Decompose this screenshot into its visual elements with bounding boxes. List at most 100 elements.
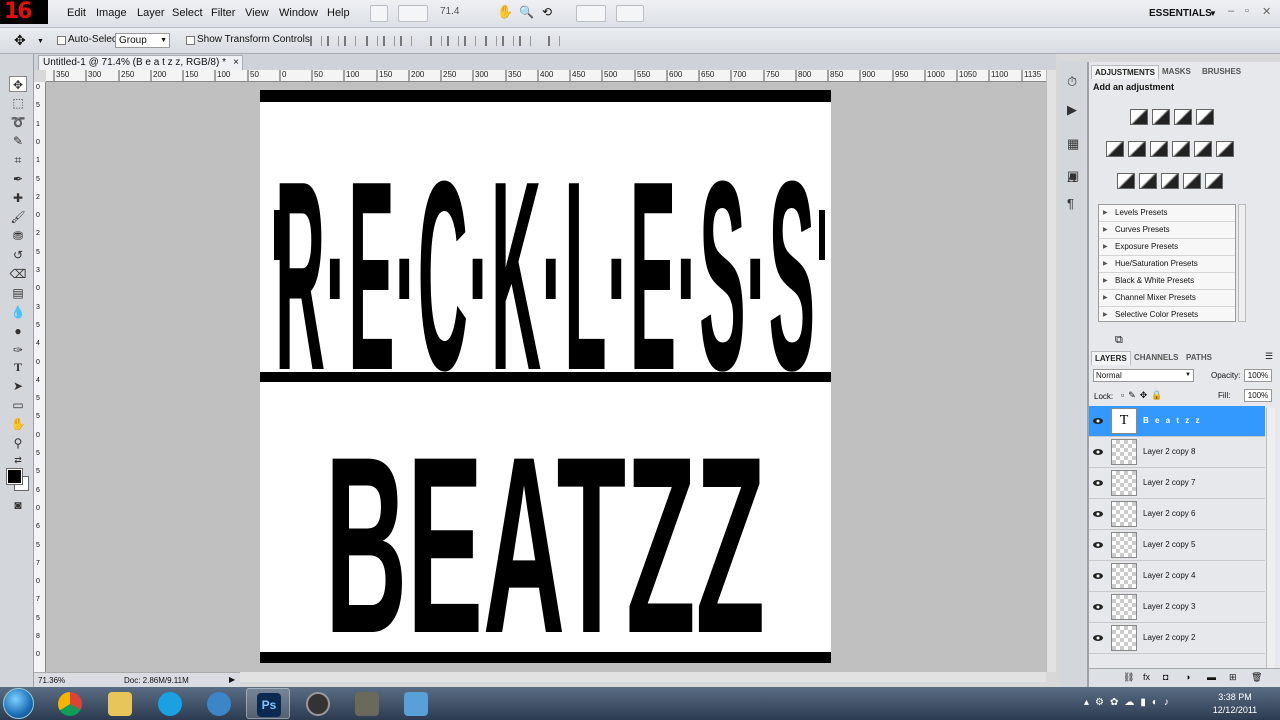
vibrance-icon[interactable] — [1106, 141, 1124, 157]
tab-paths[interactable]: PATHS — [1183, 351, 1215, 364]
menu-edit[interactable]: Edit — [67, 7, 86, 19]
layer-name[interactable]: Layer 2 copy 5 — [1143, 540, 1195, 549]
taskbar-skype[interactable] — [148, 688, 192, 719]
preset-item-hue-saturation[interactable]: Hue/Saturation Presets — [1099, 256, 1235, 273]
eraser-tool-icon[interactable]: ⌫ — [9, 266, 27, 282]
gradient-map-icon[interactable] — [1183, 173, 1201, 189]
menu-help[interactable]: Help — [327, 7, 350, 19]
hand-tool-icon[interactable]: ✋ — [9, 416, 27, 432]
tab-layers[interactable]: LAYERS — [1091, 351, 1131, 365]
rotate-view-icon[interactable]: ⟲ — [542, 5, 552, 19]
invert-icon[interactable] — [1117, 173, 1135, 189]
levels-icon[interactable] — [1152, 109, 1170, 125]
menu-window[interactable]: Window — [279, 7, 318, 19]
distribute-left-icon[interactable] — [485, 36, 497, 46]
layer-name[interactable]: Layer 2 copy 4 — [1143, 571, 1195, 580]
layer-name[interactable]: Layer 2 copy 6 — [1143, 509, 1195, 518]
preset-item-black-white[interactable]: Black & White Presets — [1099, 273, 1235, 290]
layer-row[interactable]: Layer 2 copy 7 — [1089, 468, 1265, 499]
show-transform-checkbox[interactable] — [186, 36, 195, 45]
preset-item-exposure[interactable]: Exposure Presets — [1099, 239, 1235, 256]
tab-channels[interactable]: CHANNELS — [1131, 351, 1181, 364]
taskbar-game[interactable] — [345, 688, 389, 719]
align-right-icon[interactable] — [400, 36, 412, 46]
gradient-tool-icon[interactable]: ▤ — [9, 285, 27, 301]
eye-icon[interactable] — [1093, 447, 1103, 455]
restore-button[interactable]: ▫ — [1245, 5, 1249, 17]
align-top-icon[interactable] — [310, 36, 322, 46]
lasso-tool-icon[interactable]: ➰ — [9, 114, 27, 130]
lock-icons[interactable]: ▫✎✥🔒 — [1121, 390, 1166, 401]
threshold-icon[interactable] — [1161, 173, 1179, 189]
layer-style-icon[interactable]: fx — [1143, 672, 1150, 682]
layers-scrollbar[interactable] — [1266, 408, 1275, 670]
history-brush-tool-icon[interactable]: ↺ — [9, 247, 27, 263]
zoom-tool-icon[interactable]: 🔍 — [519, 5, 534, 19]
fill-field[interactable]: 100% — [1244, 389, 1272, 402]
zoom-status[interactable]: 71.36% — [38, 676, 65, 685]
eye-icon[interactable] — [1093, 478, 1103, 486]
canvas-area[interactable]: R·E·C·K·L·E·S·S BEATZZ — [46, 82, 1046, 672]
blur-tool-icon[interactable]: 💧 — [9, 304, 27, 320]
layer-name[interactable]: B e a t z z — [1143, 416, 1201, 425]
distribute-bottom-icon[interactable] — [464, 36, 476, 46]
arrange-documents-icon[interactable] — [576, 5, 606, 22]
pen-tool-icon[interactable]: ✑ — [9, 342, 27, 358]
distribute-vcenter-icon[interactable] — [447, 36, 459, 46]
history-panel-icon[interactable]: ⏱ — [1067, 74, 1077, 90]
system-tray-icons[interactable]: ▴⚙✿☁▮◐♪ — [1084, 697, 1175, 708]
new-layer-icon[interactable]: ⊞ — [1229, 672, 1237, 683]
quick-mask-icon[interactable]: ◙ — [9, 497, 27, 513]
tab-adjustments[interactable]: ADJUSTMENTS — [1091, 65, 1160, 79]
bridge-icon[interactable] — [370, 5, 388, 22]
color-balance-icon[interactable] — [1150, 141, 1168, 157]
hand-tool-icon[interactable]: ✋ — [497, 4, 513, 20]
horizontal-scrollbar[interactable] — [240, 672, 1046, 682]
taskbar-media[interactable] — [296, 688, 340, 719]
layer-row[interactable]: Layer 2 copy 5 — [1089, 530, 1265, 561]
preset-item-curves[interactable]: Curves Presets — [1099, 222, 1235, 239]
artwork-canvas[interactable]: R·E·C·K·L·E·S·S BEATZZ — [46, 82, 1046, 672]
chevron-down-icon[interactable]: ▼ — [1209, 9, 1217, 18]
hue-saturation-icon[interactable] — [1128, 141, 1146, 157]
eye-icon[interactable] — [1093, 540, 1103, 548]
layer-name[interactable]: Layer 2 copy 7 — [1143, 478, 1195, 487]
photo-filter-icon[interactable] — [1194, 141, 1212, 157]
opacity-field[interactable]: 100% — [1244, 369, 1272, 382]
layer-row[interactable]: Layer 2 copy 3 — [1089, 592, 1265, 623]
menu-layer[interactable]: Layer — [137, 7, 165, 19]
status-menu-arrow-icon[interactable]: ▶ — [229, 675, 235, 684]
adjustment-layer-icon[interactable]: ◑ — [1185, 672, 1190, 682]
new-group-icon[interactable]: ▬ — [1207, 672, 1216, 682]
mini-bridge-icon[interactable] — [398, 5, 428, 22]
clip-to-layer-icon[interactable]: ⧉ — [1115, 334, 1123, 347]
align-hcenter-icon[interactable] — [383, 36, 395, 46]
add-mask-icon[interactable]: ◘ — [1163, 672, 1168, 682]
path-select-tool-icon[interactable]: ➤ — [9, 378, 27, 394]
eye-icon[interactable] — [1093, 571, 1103, 579]
clock-time[interactable]: 3:38 PM — [1205, 692, 1265, 702]
layer-name[interactable]: Layer 2 copy 8 — [1143, 447, 1195, 456]
close-document-icon[interactable]: × — [233, 57, 239, 68]
vertical-scrollbar[interactable] — [1046, 70, 1056, 672]
eye-icon[interactable] — [1093, 602, 1103, 610]
tab-brushes[interactable]: BRUSHES — [1199, 65, 1244, 78]
close-button[interactable]: ✕ — [1262, 5, 1271, 18]
move-tool-icon[interactable]: ✥ — [14, 32, 26, 49]
delete-layer-icon[interactable]: 🗑 — [1251, 672, 1262, 683]
type-tool-icon[interactable]: T — [9, 359, 27, 375]
move-tool-icon[interactable]: ✥ — [9, 76, 27, 92]
link-layers-icon[interactable]: ⛓ — [1123, 672, 1134, 683]
start-button[interactable] — [3, 688, 34, 719]
auto-align-icon[interactable] — [548, 36, 560, 46]
workspace-switcher[interactable]: ESSENTIALS — [1149, 8, 1212, 19]
layer-row[interactable]: TB e a t z z — [1089, 406, 1265, 437]
eyedropper-tool-icon[interactable]: ✒ — [9, 171, 27, 187]
brush-tool-icon[interactable]: 🖌 — [9, 209, 27, 225]
black-white-icon[interactable] — [1172, 141, 1190, 157]
preset-item-channel-mixer[interactable]: Channel Mixer Presets — [1099, 290, 1235, 307]
layer-row[interactable]: Layer 2 copy 4 — [1089, 561, 1265, 592]
taskbar-explorer[interactable] — [98, 688, 142, 719]
document-tab[interactable]: Untitled-1 @ 71.4% (B e a t z z, RGB/8) … — [38, 55, 243, 70]
menu-image[interactable]: Image — [96, 7, 127, 19]
